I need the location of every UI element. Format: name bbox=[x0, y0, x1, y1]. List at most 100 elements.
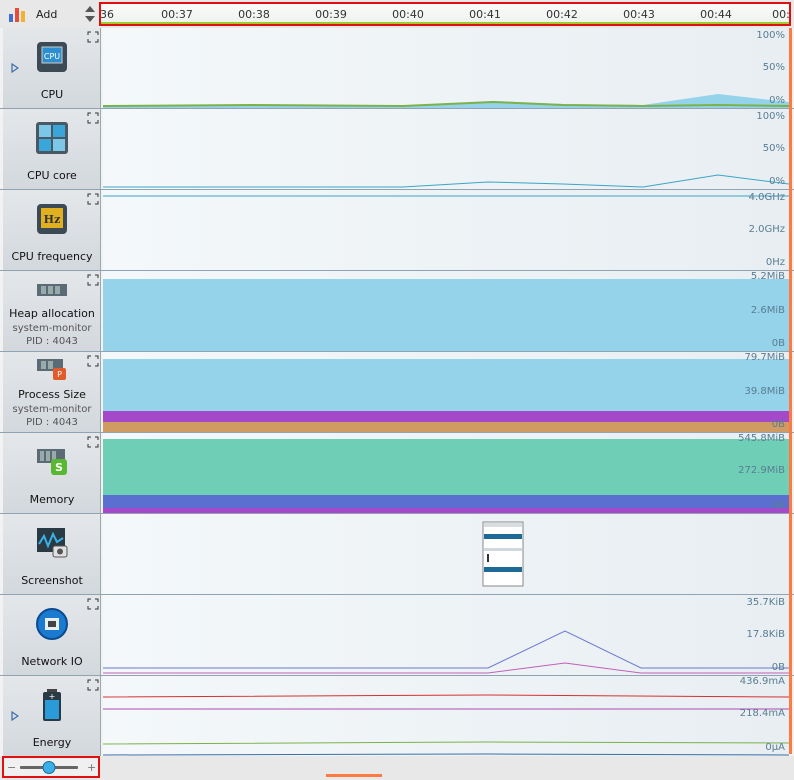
zoom-slider-handle bbox=[42, 761, 56, 774]
y-axis-label: 0% bbox=[769, 95, 785, 106]
maximize-icon[interactable] bbox=[87, 193, 99, 205]
svg-text:S: S bbox=[55, 461, 63, 474]
row-cpu: CPU CPU 100% 50% 0% bbox=[0, 28, 794, 109]
add-chart-button[interactable]: Add bbox=[3, 2, 78, 26]
row-sidebar[interactable]: P Process Size system-monitor PID : 4043 bbox=[3, 352, 101, 432]
network-io-icon bbox=[36, 608, 68, 640]
expand-arrow-icon[interactable] bbox=[11, 711, 19, 721]
timeline-tick: 00:41 bbox=[469, 8, 501, 21]
process-pid: PID : 4043 bbox=[26, 417, 78, 428]
memory-graph: 545.8MiB 272.9MiB 0B bbox=[103, 433, 789, 513]
zoom-slider-track: − + bbox=[7, 761, 96, 774]
y-axis-label: 272.9MiB bbox=[738, 465, 785, 476]
y-axis-label: 436.9mA bbox=[739, 676, 785, 687]
screenshot-plot bbox=[482, 521, 524, 587]
heap-allocation-plot bbox=[103, 279, 789, 351]
maximize-icon[interactable] bbox=[87, 112, 99, 124]
row-label: CPU bbox=[40, 88, 64, 101]
y-axis-label: 545.8MiB bbox=[738, 433, 785, 444]
maximize-icon[interactable] bbox=[87, 31, 99, 43]
row-label: Network IO bbox=[21, 655, 83, 668]
row-label: Heap allocation bbox=[9, 307, 95, 320]
y-axis-label: 5.2MiB bbox=[750, 271, 785, 282]
row-label: Process Size bbox=[18, 388, 86, 401]
svg-text:P: P bbox=[57, 370, 62, 379]
cpu-core-graph: 100% 50% 0% bbox=[103, 109, 789, 189]
maximize-icon[interactable] bbox=[87, 436, 99, 448]
heap-allocation-icon bbox=[37, 284, 67, 296]
row-sidebar[interactable]: S Memory bbox=[3, 433, 101, 513]
y-axis-label: 100% bbox=[756, 30, 785, 41]
y-axis-label: 17.8KiB bbox=[746, 629, 785, 640]
heap-allocation-graph: 5.2MiB 2.6MiB 0B bbox=[103, 271, 789, 351]
screenshot-thumbnail[interactable] bbox=[482, 521, 524, 587]
row-process-size: P Process Size system-monitor PID : 4043… bbox=[0, 352, 794, 433]
y-axis-label: 0B bbox=[771, 419, 785, 430]
cpu-frequency-plot bbox=[103, 195, 789, 197]
timeline-ruler[interactable]: 36 00:37 00:38 00:39 00:40 00:41 00:42 0… bbox=[99, 2, 791, 26]
row-sidebar[interactable]: Hz CPU frequency bbox=[3, 190, 101, 270]
cpu-icon: CPU bbox=[37, 42, 67, 72]
network-io-graph: 35.7KiB 17.8KiB 0B bbox=[103, 595, 789, 675]
row-label: Energy bbox=[32, 736, 72, 749]
row-sidebar[interactable]: CPU core bbox=[3, 109, 101, 189]
cpu-plot bbox=[103, 94, 789, 108]
maximize-icon[interactable] bbox=[87, 598, 99, 610]
row-network-io: Network IO 35.7KiB 17.8KiB 0B bbox=[0, 595, 794, 676]
row-heap-allocation: Heap allocation system-monitor PID : 404… bbox=[0, 271, 794, 352]
y-axis-label: 35.7KiB bbox=[746, 597, 785, 608]
timeline-tick: 00:44 bbox=[700, 8, 732, 21]
row-label: Memory bbox=[29, 493, 75, 506]
timeline-tick: 00:40 bbox=[392, 8, 424, 21]
memory-icon: S bbox=[37, 449, 67, 475]
row-sidebar[interactable]: + Energy bbox=[3, 676, 101, 756]
time-cursor[interactable] bbox=[789, 28, 792, 754]
y-axis-label: 218.4mA bbox=[739, 708, 785, 719]
y-axis-label: 100% bbox=[756, 111, 785, 122]
cpu-graph: 100% 50% 0% bbox=[103, 28, 789, 108]
timeline-activity-bar bbox=[101, 22, 789, 24]
timeline-tick: 00: bbox=[772, 8, 790, 21]
maximize-icon[interactable] bbox=[87, 679, 99, 691]
timeline-tick: 00:39 bbox=[315, 8, 347, 21]
row-cpu-frequency: Hz CPU frequency 4.0GHz 2.0GHz 0Hz bbox=[0, 190, 794, 271]
timeline-tick: 00:43 bbox=[623, 8, 655, 21]
row-sidebar[interactable]: Network IO bbox=[3, 595, 101, 675]
bottom-bar: − + bbox=[0, 756, 794, 780]
process-pid: PID : 4043 bbox=[26, 336, 78, 347]
screenshot-graph bbox=[103, 514, 789, 594]
y-axis-label: 0μA bbox=[765, 742, 785, 753]
row-sidebar[interactable]: CPU CPU bbox=[3, 28, 101, 108]
process-name: system-monitor bbox=[12, 323, 92, 334]
row-sidebar[interactable]: Screenshot bbox=[3, 514, 101, 594]
timeline-tick: 36 bbox=[100, 8, 114, 21]
y-axis-label: 0B bbox=[771, 500, 785, 511]
maximize-icon[interactable] bbox=[87, 355, 99, 367]
zoom-slider[interactable]: − + bbox=[2, 756, 100, 778]
horizontal-scroll-indicator[interactable] bbox=[326, 774, 382, 777]
cpu-frequency-icon: Hz bbox=[37, 204, 67, 234]
energy-graph: 436.9mA 218.4mA 0μA bbox=[103, 676, 789, 756]
y-axis-label: 0% bbox=[769, 176, 785, 187]
cpu-core-plot bbox=[103, 174, 789, 188]
maximize-icon[interactable] bbox=[87, 274, 99, 286]
y-axis-label: 50% bbox=[762, 62, 785, 73]
zoom-spinner-icon[interactable] bbox=[83, 4, 97, 24]
y-axis-label: 2.0GHz bbox=[748, 224, 785, 235]
zoom-out-icon: − bbox=[7, 761, 16, 774]
svg-text:Hz: Hz bbox=[44, 213, 61, 226]
row-sidebar[interactable]: Heap allocation system-monitor PID : 404… bbox=[3, 271, 101, 351]
expand-arrow-icon[interactable] bbox=[11, 63, 19, 73]
network-io-plot bbox=[103, 630, 789, 674]
energy-plot bbox=[103, 694, 789, 756]
y-axis-label: 0B bbox=[771, 338, 785, 349]
y-axis-label: 39.8MiB bbox=[744, 386, 785, 397]
memory-plot bbox=[103, 439, 789, 513]
zoom-in-icon: + bbox=[87, 761, 96, 774]
row-memory: S Memory 545.8MiB 272.9MiB 0B bbox=[0, 433, 794, 514]
timeline-tick: 00:38 bbox=[238, 8, 270, 21]
process-size-icon: P bbox=[37, 359, 66, 380]
row-screenshot: Screenshot bbox=[0, 514, 794, 595]
cpu-frequency-graph: 4.0GHz 2.0GHz 0Hz bbox=[103, 190, 789, 270]
process-size-plot bbox=[103, 359, 789, 432]
